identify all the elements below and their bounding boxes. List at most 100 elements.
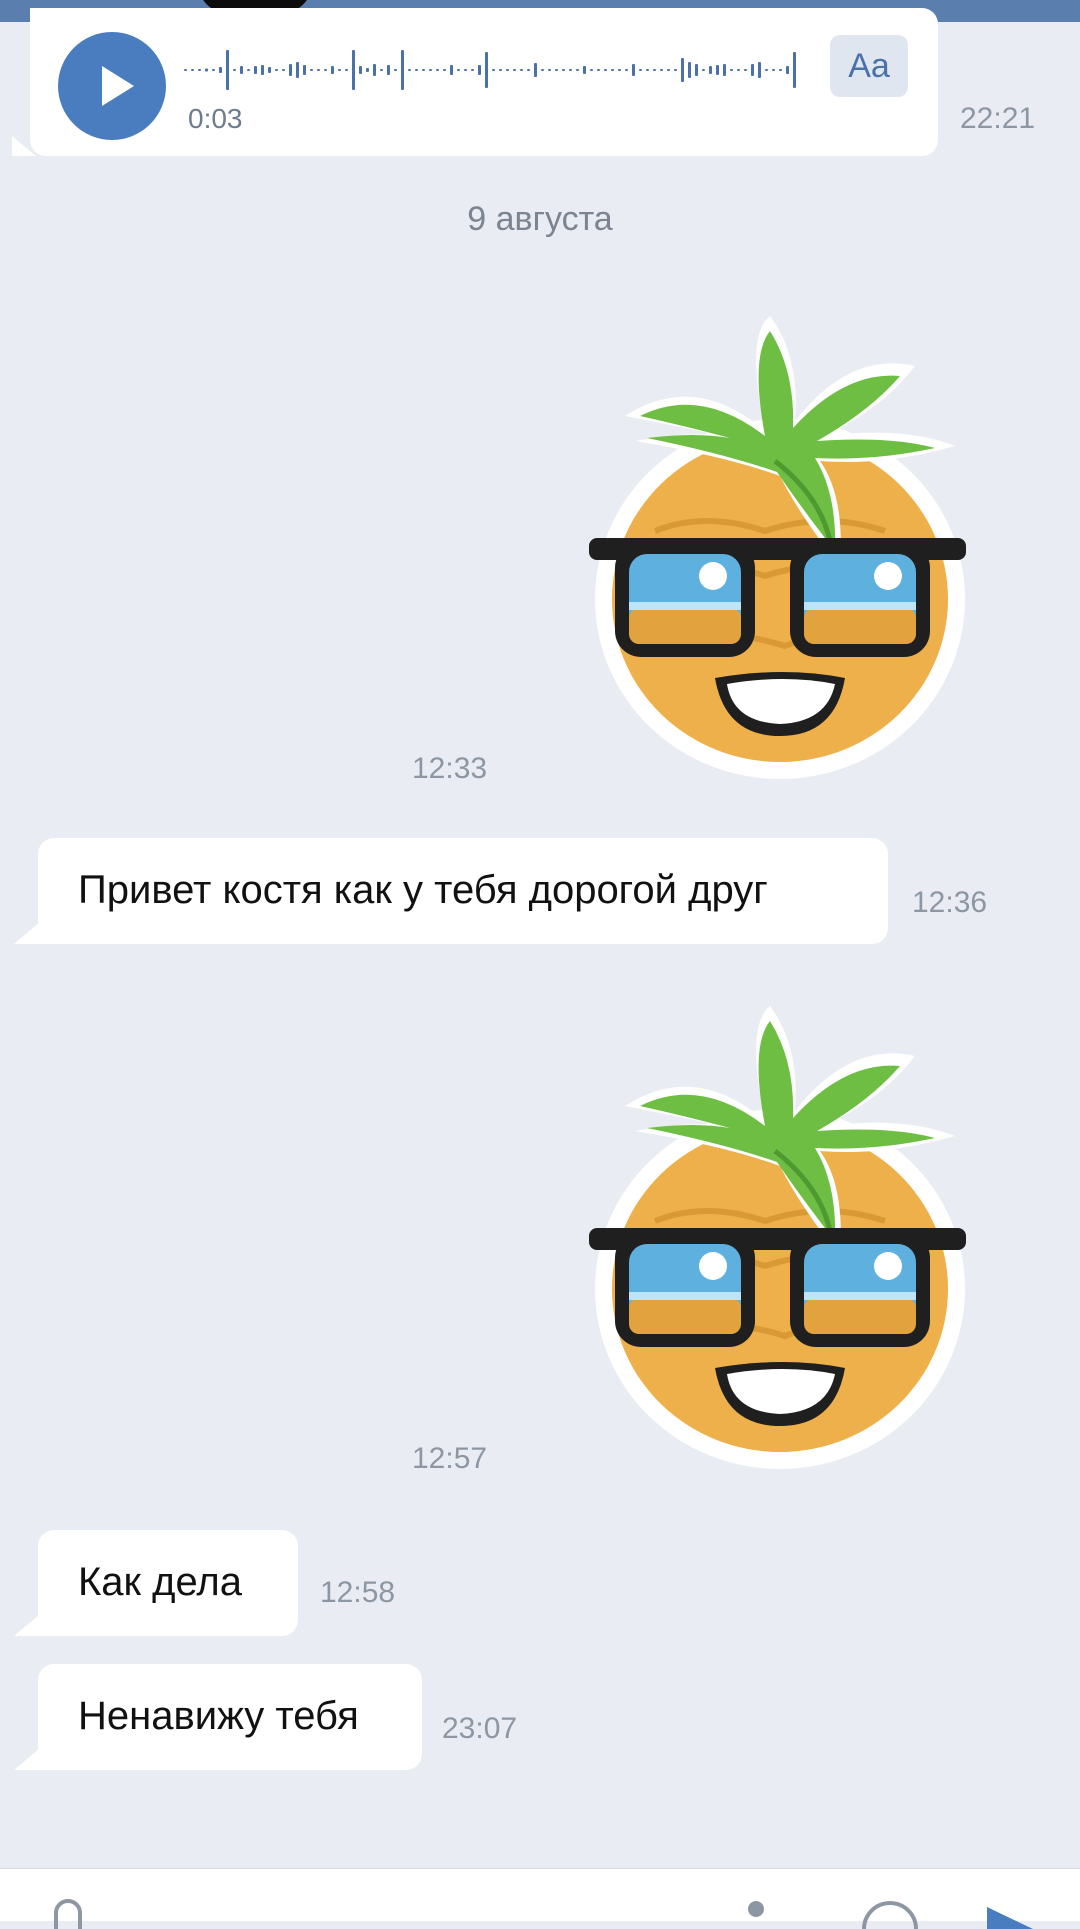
waveform-bar xyxy=(520,69,523,71)
message-time: 12:36 xyxy=(912,886,988,919)
waveform-bar xyxy=(247,69,250,71)
voice-duration: 0:03 xyxy=(188,103,243,134)
date-separator: 9 августа xyxy=(467,200,613,238)
waveform-bar xyxy=(401,50,404,90)
waveform-bar xyxy=(436,69,439,71)
waveform-bar xyxy=(296,62,299,78)
waveform-bar xyxy=(198,69,201,71)
waveform-bar xyxy=(184,69,187,71)
message-time: 12:58 xyxy=(320,1576,396,1609)
message-time: 12:57 xyxy=(412,1442,488,1475)
bubble-tail xyxy=(14,1614,40,1636)
waveform-bar xyxy=(695,64,698,76)
waveform-bar xyxy=(681,58,684,82)
waveform-bar xyxy=(758,62,761,78)
waveform-bar xyxy=(443,69,446,71)
pineapple-sunglasses-sticker[interactable] xyxy=(585,1006,970,1471)
waveform-bar xyxy=(646,69,649,71)
microphone-icon[interactable] xyxy=(744,1899,768,1929)
waveform-bar xyxy=(310,69,313,71)
bubble-tail xyxy=(14,1748,40,1770)
waveform-bar xyxy=(639,69,642,71)
voice-waveform[interactable] xyxy=(184,48,804,92)
waveform-bar xyxy=(408,69,411,71)
waveform-bar xyxy=(338,69,341,71)
play-icon xyxy=(102,66,134,106)
waveform-bar xyxy=(667,69,670,71)
waveform-bar xyxy=(744,69,747,71)
message-text: Ненавижу тебя xyxy=(78,1694,359,1738)
waveform-bar xyxy=(233,69,236,71)
waveform-bar xyxy=(555,69,558,71)
message-time: 12:33 xyxy=(412,752,488,785)
waveform-bar xyxy=(394,69,397,71)
waveform-bar xyxy=(772,69,775,71)
waveform-bar xyxy=(429,69,432,71)
waveform-bar xyxy=(506,69,509,71)
waveform-bar xyxy=(268,67,271,73)
paperclip-icon[interactable] xyxy=(48,1899,88,1929)
waveform-bar xyxy=(660,69,663,71)
waveform-bar xyxy=(352,50,355,90)
waveform-bar xyxy=(387,65,390,75)
waveform-bar xyxy=(562,69,565,71)
waveform-bar xyxy=(688,62,691,78)
waveform-bar xyxy=(464,69,467,71)
waveform-bar xyxy=(492,69,495,71)
waveform-bar xyxy=(702,69,705,71)
message-time: 22:21 xyxy=(960,102,1036,135)
waveform-bar xyxy=(590,69,593,71)
waveform-bar xyxy=(254,66,257,74)
waveform-bar xyxy=(289,64,292,76)
waveform-bar xyxy=(219,67,222,73)
emoji-icon[interactable] xyxy=(860,1899,920,1929)
waveform-bar xyxy=(317,69,320,71)
waveform-bar xyxy=(380,69,383,71)
waveform-bar xyxy=(450,65,453,75)
waveform-bar xyxy=(737,69,740,71)
waveform-bar xyxy=(359,66,362,74)
waveform-bar xyxy=(786,66,789,74)
waveform-bar xyxy=(485,52,488,88)
waveform-bar xyxy=(618,69,621,71)
play-button[interactable] xyxy=(58,32,166,140)
waveform-bar xyxy=(422,69,425,71)
send-icon[interactable] xyxy=(985,1899,1035,1929)
transcribe-button[interactable]: Aa xyxy=(830,35,908,97)
waveform-bar xyxy=(716,65,719,75)
waveform-bar xyxy=(583,66,586,74)
waveform-bar xyxy=(751,64,754,76)
waveform-bar xyxy=(205,68,208,72)
waveform-bar xyxy=(331,66,334,74)
sticker-art xyxy=(589,316,966,779)
waveform-bar xyxy=(576,69,579,71)
waveform-bar xyxy=(625,69,628,71)
waveform-bar xyxy=(303,65,306,75)
waveform-bar xyxy=(415,69,418,71)
waveform-bar xyxy=(709,66,712,74)
waveform-bar xyxy=(597,69,600,71)
waveform-bar xyxy=(604,69,607,71)
waveform-bar xyxy=(457,69,460,71)
waveform-bar xyxy=(548,69,551,71)
waveform-bar xyxy=(569,69,572,71)
waveform-bar xyxy=(765,69,768,71)
waveform-bar xyxy=(373,64,376,76)
waveform-bar xyxy=(653,69,656,71)
waveform-bar xyxy=(527,69,530,71)
waveform-bar xyxy=(730,69,733,71)
waveform-bar xyxy=(723,64,726,76)
waveform-bar xyxy=(471,69,474,71)
message-text: Привет костя как у тебя дорогой друг xyxy=(78,868,768,912)
waveform-bar xyxy=(674,69,677,71)
waveform-bar xyxy=(611,69,614,71)
waveform-bar xyxy=(499,69,502,71)
message-input[interactable] xyxy=(120,1889,680,1921)
waveform-bar xyxy=(240,66,243,74)
pineapple-sunglasses-sticker[interactable] xyxy=(585,316,970,781)
waveform-bar xyxy=(793,52,796,88)
message-composer xyxy=(0,1868,1080,1929)
waveform-bar xyxy=(779,69,782,71)
bubble-tail xyxy=(12,136,36,156)
waveform-bar xyxy=(191,69,194,71)
